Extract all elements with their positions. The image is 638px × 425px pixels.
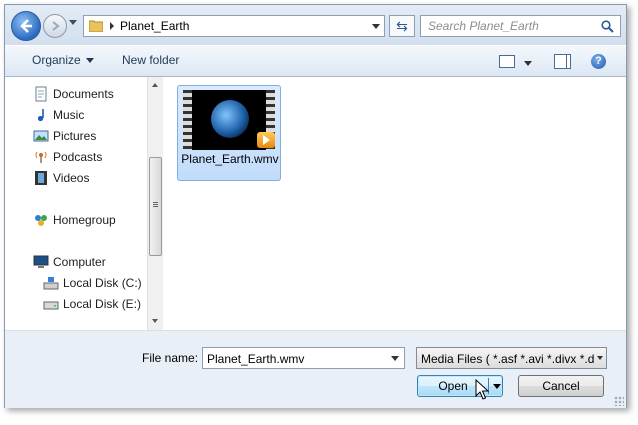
music-icon bbox=[37, 109, 44, 122]
file-name: Planet_Earth.wmv bbox=[181, 152, 279, 166]
media-player-badge-icon bbox=[257, 132, 275, 148]
filmstrip-left bbox=[183, 90, 192, 150]
search-icon[interactable] bbox=[601, 20, 614, 33]
change-view-icon[interactable] bbox=[499, 55, 515, 68]
chevron-down-icon bbox=[85, 58, 94, 64]
refresh-button[interactable]: ⇆ bbox=[389, 15, 415, 37]
back-button[interactable] bbox=[11, 11, 41, 41]
navigation-pane: Documents Music Pictures Podcasts Videos… bbox=[5, 77, 147, 330]
breadcrumb-planet-earth[interactable]: Planet_Earth bbox=[120, 19, 189, 33]
command-bar: Organize New folder ? bbox=[5, 45, 626, 77]
search-box[interactable]: Search Planet_Earth bbox=[420, 15, 621, 37]
resize-grip-icon[interactable] bbox=[614, 396, 624, 406]
file-name-combobox[interactable]: Planet_Earth.wmv bbox=[202, 347, 405, 369]
address-history-dropdown-icon[interactable] bbox=[372, 24, 380, 29]
view-options-dropdown-icon[interactable] bbox=[524, 61, 532, 66]
cancel-button[interactable]: Cancel bbox=[518, 375, 604, 397]
nav-item-label: Podcasts bbox=[53, 150, 103, 164]
refresh-icon: ⇆ bbox=[396, 18, 408, 34]
videos-icon bbox=[35, 171, 47, 185]
breadcrumb-separator-icon[interactable] bbox=[110, 22, 114, 30]
help-icon[interactable]: ? bbox=[591, 54, 606, 69]
arrow-left-icon bbox=[20, 19, 32, 33]
chevron-down-icon[interactable] bbox=[391, 356, 399, 361]
navigation-scrollbar[interactable] bbox=[147, 77, 163, 330]
file-name-value[interactable]: Planet_Earth.wmv bbox=[207, 352, 304, 366]
new-folder-button[interactable]: New folder bbox=[122, 53, 179, 67]
organize-menu-button[interactable]: Organize bbox=[32, 53, 94, 67]
earth-image bbox=[211, 100, 249, 138]
arrow-right-icon bbox=[52, 21, 60, 31]
grip-icon bbox=[153, 202, 158, 203]
nav-item-label: Pictures bbox=[53, 129, 97, 143]
nav-item-label: Documents bbox=[53, 87, 114, 101]
file-list: Planet_Earth.wmv bbox=[163, 77, 626, 330]
mouse-pointer-icon bbox=[475, 379, 489, 400]
pictures-icon bbox=[33, 130, 49, 142]
homegroup-icon bbox=[35, 215, 47, 226]
folder-icon bbox=[89, 20, 103, 32]
podcasts-icon bbox=[35, 151, 47, 163]
scrollbar-thumb[interactable] bbox=[149, 157, 162, 256]
nav-item-label: Music bbox=[53, 108, 85, 122]
chevron-down-icon[interactable] bbox=[597, 356, 603, 360]
open-file-dialog: Planet_Earth ⇆ Search Planet_Earth Organ… bbox=[4, 4, 627, 408]
recent-pages-dropdown-icon[interactable] bbox=[69, 20, 77, 25]
local-disk-c-icon bbox=[43, 277, 59, 290]
file-item[interactable]: Planet_Earth.wmv bbox=[177, 85, 281, 181]
search-placeholder: Search Planet_Earth bbox=[428, 19, 539, 33]
scroll-up-icon[interactable] bbox=[152, 83, 158, 87]
documents-icon bbox=[35, 86, 47, 102]
open-split-button[interactable]: Open bbox=[417, 375, 503, 397]
file-name-label: File name: bbox=[142, 351, 199, 365]
address-row: Planet_Earth ⇆ Search Planet_Earth bbox=[5, 5, 626, 45]
address-bar[interactable]: Planet_Earth bbox=[83, 15, 385, 37]
file-type-value: Media Files ( *.asf *.avi *.divx *.d bbox=[421, 352, 594, 366]
organize-label: Organize bbox=[32, 53, 81, 67]
scroll-down-icon[interactable] bbox=[152, 319, 158, 323]
forward-button[interactable] bbox=[43, 14, 67, 38]
computer-icon bbox=[33, 255, 49, 268]
local-disk-e-icon bbox=[43, 301, 59, 310]
preview-pane-icon[interactable] bbox=[554, 54, 571, 69]
video-thumbnail-icon bbox=[183, 90, 275, 150]
nav-item-label: Videos bbox=[53, 171, 90, 185]
file-type-select[interactable]: Media Files ( *.asf *.avi *.divx *.d bbox=[416, 347, 607, 369]
open-options-dropdown-icon[interactable] bbox=[493, 384, 501, 389]
nav-item-label: Computer bbox=[53, 255, 106, 269]
nav-item-label: Local Disk (E:) bbox=[63, 297, 142, 311]
nav-item-label: Local Disk (C:) bbox=[63, 276, 142, 290]
dialog-footer: File name: Planet_Earth.wmv Media Files … bbox=[5, 330, 626, 408]
nav-item-label: Homegroup bbox=[53, 213, 116, 227]
